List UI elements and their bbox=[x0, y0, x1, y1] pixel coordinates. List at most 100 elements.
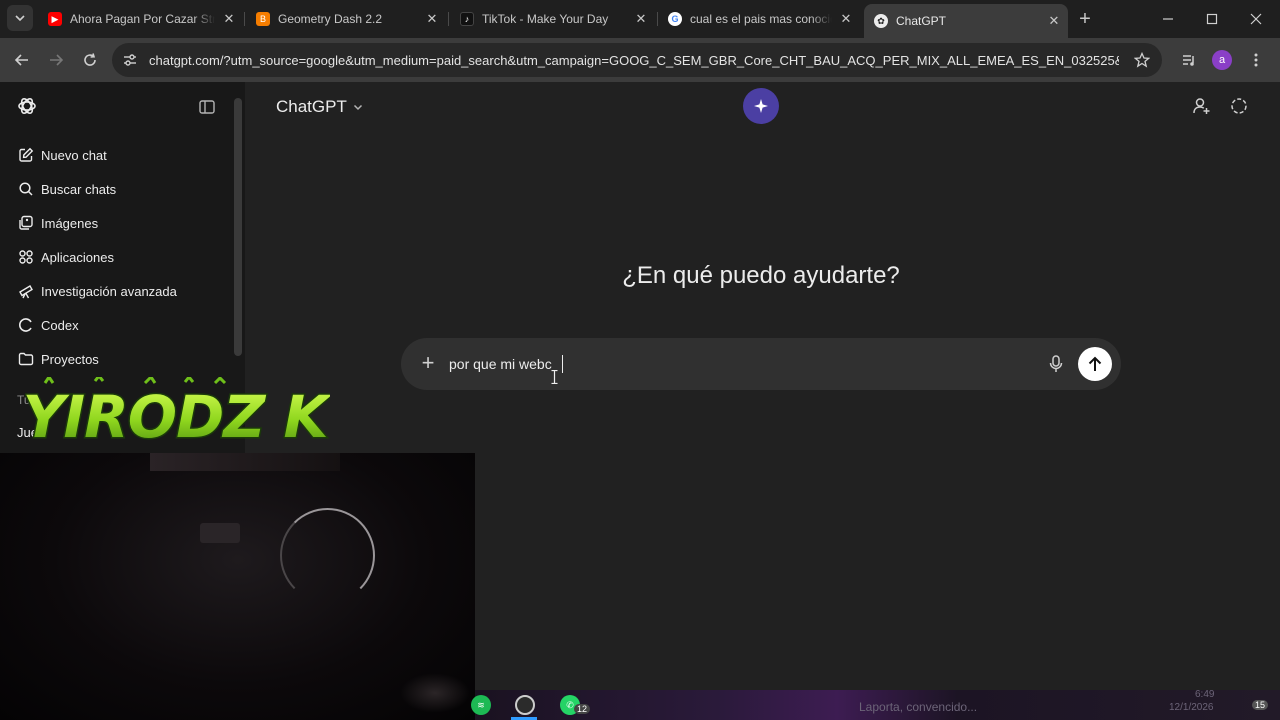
sidebar-item-deep-research[interactable]: Investigación avanzada bbox=[12, 276, 227, 306]
profile-button[interactable]: a bbox=[1208, 46, 1236, 74]
reload-icon bbox=[84, 53, 96, 66]
taskbar: ≋ ✆ 12 Laporta, convencido... 6:49 12/1/… bbox=[471, 689, 1280, 720]
sidebar-item-search-chats[interactable]: Buscar chats bbox=[12, 174, 227, 204]
images-icon bbox=[17, 215, 35, 231]
chevron-down-icon bbox=[353, 104, 362, 111]
microphone-icon[interactable] bbox=[1046, 353, 1066, 375]
forward-button[interactable] bbox=[42, 46, 70, 74]
browser-toolbar: chatgpt.com/?utm_source=google&utm_mediu… bbox=[0, 38, 1280, 82]
url-text: chatgpt.com/?utm_source=google&utm_mediu… bbox=[149, 52, 1119, 68]
tab-google-search[interactable]: G cual es el pais mas conocido ✕ bbox=[658, 6, 860, 32]
arrow-left-icon bbox=[14, 54, 28, 66]
sparkle-icon bbox=[754, 99, 768, 113]
sidebar-item-label: Codex bbox=[41, 317, 79, 333]
google-icon: G bbox=[668, 12, 682, 26]
tab-geometry-dash[interactable]: B Geometry Dash 2.2 ✕ bbox=[246, 6, 446, 32]
minimize-button[interactable] bbox=[1154, 5, 1182, 33]
text-cursor bbox=[562, 355, 563, 373]
sidebar-item-label: Imágenes bbox=[41, 215, 99, 231]
tab-title: TikTok - Make Your Day bbox=[482, 12, 609, 26]
back-button[interactable] bbox=[8, 46, 36, 74]
tab-title: Geometry Dash 2.2 bbox=[278, 12, 383, 26]
search-icon bbox=[17, 181, 35, 197]
sidebar-item-label: Buscar chats bbox=[41, 181, 117, 197]
chevron-down-icon bbox=[15, 15, 25, 22]
folder-icon bbox=[17, 351, 35, 367]
composer: + bbox=[401, 338, 1121, 390]
close-icon[interactable]: ✕ bbox=[838, 11, 854, 27]
media-control-button[interactable] bbox=[1175, 46, 1203, 74]
close-window-button[interactable] bbox=[1242, 5, 1270, 33]
share-chat-button[interactable] bbox=[1191, 96, 1211, 116]
codex-icon bbox=[17, 317, 35, 333]
clock-date[interactable]: 12/1/2026 bbox=[1169, 702, 1214, 713]
telescope-icon bbox=[17, 283, 35, 299]
sidebar-scrollbar[interactable] bbox=[234, 98, 242, 356]
arrow-up-icon bbox=[1088, 356, 1102, 371]
spotify-icon[interactable]: ≋ bbox=[471, 695, 491, 715]
avatar: a bbox=[1212, 50, 1232, 70]
mouse-ibeam-cursor bbox=[551, 369, 558, 385]
toggle-sidebar-button[interactable] bbox=[198, 98, 216, 116]
page-title: ¿En qué puedo ayudarte? bbox=[622, 262, 900, 289]
close-icon[interactable]: ✕ bbox=[221, 11, 237, 27]
temporary-chat-button[interactable] bbox=[1229, 96, 1249, 116]
close-icon[interactable]: ✕ bbox=[1046, 13, 1062, 29]
tab-title: ChatGPT bbox=[896, 14, 947, 28]
notification-text[interactable]: Laporta, convencido... bbox=[859, 700, 977, 714]
site-settings-icon[interactable] bbox=[122, 52, 138, 73]
clock-time[interactable]: 6:49 bbox=[1195, 689, 1214, 700]
maximize-button[interactable] bbox=[1198, 5, 1226, 33]
whatsapp-badge: 12 bbox=[574, 704, 591, 714]
notifications-badge[interactable]: 15 bbox=[1252, 700, 1269, 710]
send-button[interactable] bbox=[1078, 347, 1112, 381]
sidebar-item-label: Investigación avanzada bbox=[41, 283, 177, 299]
tab-youtube[interactable]: ▶ Ahora Pagan Por Cazar Streamers ✕ bbox=[38, 6, 243, 32]
temporary-chat-icon bbox=[1231, 98, 1247, 114]
address-bar[interactable]: chatgpt.com/?utm_source=google&utm_mediu… bbox=[112, 43, 1162, 77]
sidebar-item-apps[interactable]: Aplicaciones bbox=[12, 242, 227, 272]
youtube-icon: ▶ bbox=[48, 12, 62, 26]
reload-button[interactable] bbox=[76, 46, 104, 74]
arrow-right-icon bbox=[50, 54, 64, 66]
tab-tiktok[interactable]: ♪ TikTok - Make Your Day ✕ bbox=[450, 6, 655, 32]
obs-icon[interactable] bbox=[515, 695, 535, 715]
bookmark-button[interactable] bbox=[1128, 46, 1156, 74]
tab-search-button[interactable] bbox=[7, 5, 33, 31]
tab-title: cual es el pais mas conocido bbox=[690, 12, 832, 26]
sidebar-item-label: Nuevo chat bbox=[41, 147, 107, 163]
sidebar-item-new-chat[interactable]: Nuevo chat bbox=[12, 140, 227, 170]
close-icon[interactable]: ✕ bbox=[633, 11, 649, 27]
browser-menu-button[interactable] bbox=[1242, 46, 1270, 74]
sidebar-item-label: Proyectos bbox=[41, 351, 99, 367]
tiktok-icon: ♪ bbox=[460, 12, 474, 26]
prompt-input[interactable] bbox=[449, 352, 1039, 376]
minimize-icon bbox=[1163, 18, 1173, 20]
openai-icon: ✿ bbox=[874, 14, 888, 28]
model-name: ChatGPT bbox=[276, 97, 347, 116]
sidebar-item-label: Aplicaciones bbox=[41, 249, 114, 265]
blogger-icon: B bbox=[256, 12, 270, 26]
new-tab-button[interactable]: + bbox=[1071, 5, 1099, 33]
apps-icon bbox=[17, 249, 35, 265]
upgrade-button[interactable] bbox=[743, 88, 779, 124]
streamer-logo: YIRODZ K bbox=[21, 373, 335, 453]
add-person-icon bbox=[1193, 98, 1210, 114]
tab-strip: ▶ Ahora Pagan Por Cazar Streamers ✕ B Ge… bbox=[0, 0, 1280, 38]
tab-chatgpt[interactable]: ✿ ChatGPT ✕ bbox=[864, 4, 1068, 38]
model-picker[interactable]: ChatGPT bbox=[276, 94, 364, 120]
sidebar-item-codex[interactable]: Codex bbox=[12, 310, 227, 340]
close-icon[interactable]: ✕ bbox=[424, 11, 440, 27]
openai-logo-icon[interactable] bbox=[16, 95, 38, 117]
tab-title: Ahora Pagan Por Cazar Streamers bbox=[70, 12, 215, 26]
sidebar-item-images[interactable]: Imágenes bbox=[12, 208, 227, 238]
sidebar-item-projects[interactable]: Proyectos bbox=[12, 344, 227, 374]
sidebar-toggle-icon bbox=[199, 100, 215, 114]
streamer-logo-text: YIRODZ K bbox=[25, 383, 330, 451]
compose-icon bbox=[17, 147, 35, 163]
plus-icon[interactable]: + bbox=[417, 352, 439, 374]
webcam-overlay bbox=[0, 453, 475, 720]
kebab-menu-icon bbox=[1254, 53, 1258, 67]
close-icon bbox=[1250, 13, 1262, 25]
star-icon bbox=[1134, 52, 1150, 68]
